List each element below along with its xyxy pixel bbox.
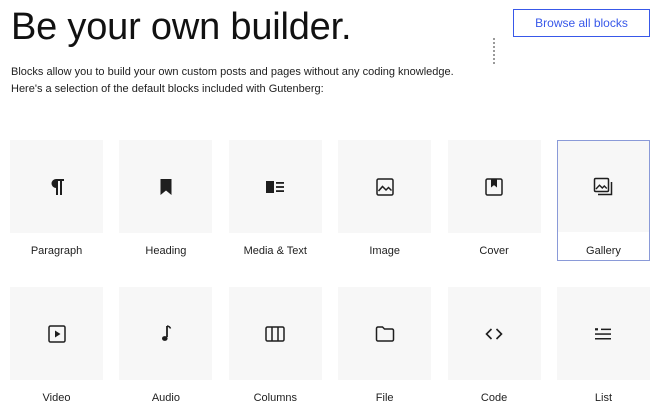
block-code[interactable]: Code [447,287,541,408]
intro-line-2: Here's a selection of the default blocks… [11,83,324,95]
block-label: Image [369,245,400,257]
list-icon [591,322,615,346]
code-icon [482,322,506,346]
block-label: File [375,392,394,404]
block-image[interactable]: Image [338,140,432,261]
block-tile [557,141,649,232]
page-title: Be your own builder. [11,6,352,48]
columns-icon [263,322,287,346]
gallery-icon [591,175,615,199]
media-text-icon [263,175,287,199]
audio-note-icon [154,322,178,346]
folder-icon [373,322,397,346]
block-file[interactable]: File [338,287,432,408]
video-icon [45,322,69,346]
block-label: Heading [145,245,187,257]
block-gallery[interactable]: Gallery [556,140,650,261]
block-cover[interactable]: Cover [447,140,541,261]
block-audio[interactable]: Audio [119,287,213,408]
block-tile [338,140,432,233]
bookmark-icon [154,175,178,199]
block-tile [228,140,322,233]
intro-text: Blocks allow you to build your own custo… [11,64,481,98]
block-tile [119,140,213,233]
resize-handle[interactable] [493,38,498,64]
block-tile [119,287,213,380]
block-label: Media & Text [243,245,307,257]
block-label: Paragraph [30,245,83,257]
block-label: Audio [151,392,180,404]
block-tile [447,140,541,233]
block-tile [556,287,650,380]
block-tile [10,140,103,233]
block-paragraph[interactable]: Paragraph [10,140,103,261]
block-label: Columns [253,392,297,404]
block-video[interactable]: Video [10,287,103,408]
cover-icon [482,175,506,199]
paragraph-icon [45,175,69,199]
block-tile [447,287,541,380]
block-media-text[interactable]: Media & Text [228,140,322,261]
browse-all-blocks-button[interactable]: Browse all blocks [513,9,650,37]
intro-line-1: Blocks allow you to build your own custo… [11,66,454,78]
block-label: Video [42,392,71,404]
block-tile [10,287,103,380]
block-list[interactable]: List [556,287,650,408]
image-icon [373,175,397,199]
block-tile [338,287,432,380]
block-label: Cover [479,245,509,257]
block-label: Code [480,392,508,404]
block-columns[interactable]: Columns [228,287,322,408]
block-label: Gallery [586,245,621,257]
block-label: List [594,392,613,404]
block-grid: Paragraph Heading Media & Text Image Cov… [10,140,650,408]
block-tile [228,287,322,380]
block-heading[interactable]: Heading [119,140,213,261]
